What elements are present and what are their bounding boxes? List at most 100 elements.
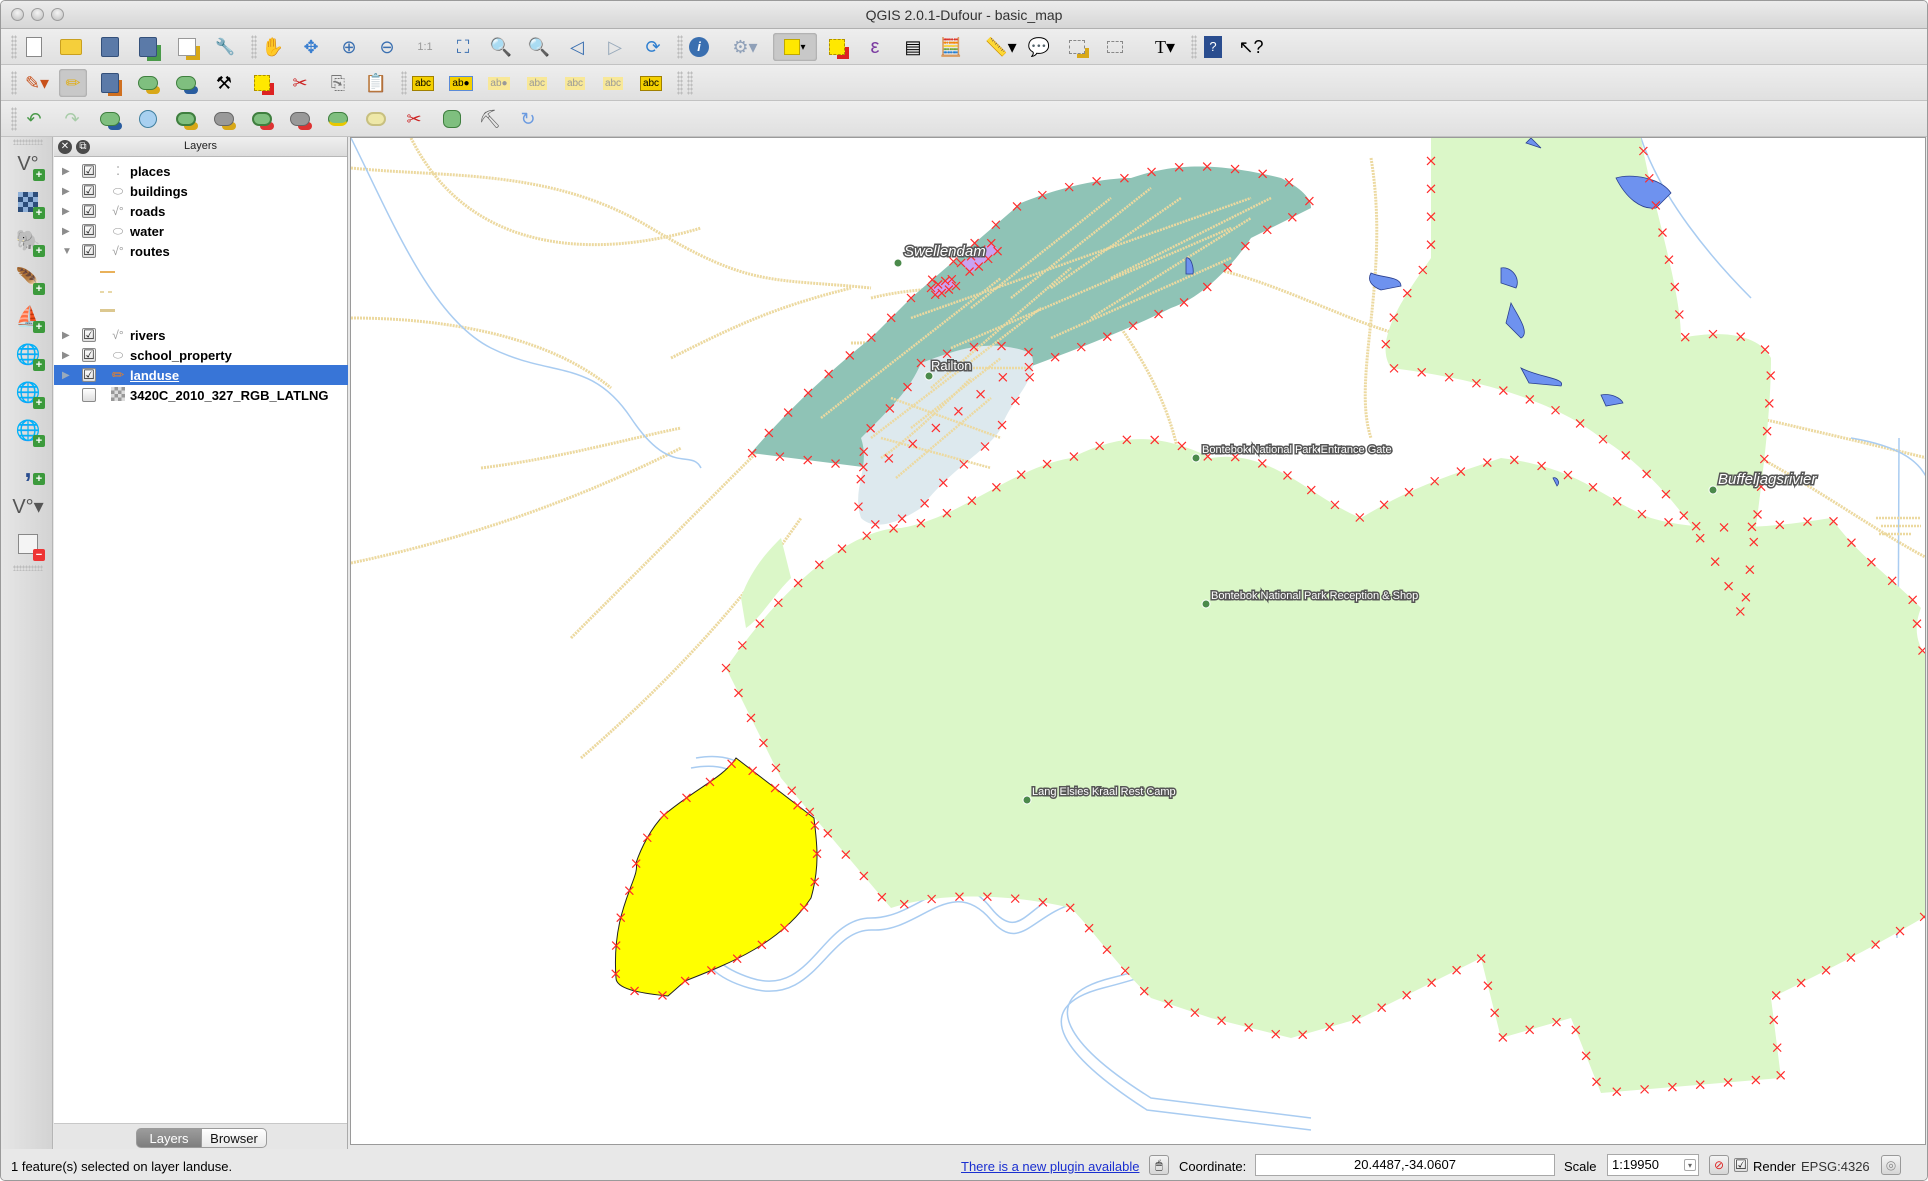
reshape-features-button[interactable] <box>324 105 352 133</box>
add-wfs-layer-button[interactable]: 🌐 + <box>13 415 45 447</box>
expand-arrow-icon[interactable]: ▶ <box>62 350 70 361</box>
save-project-button[interactable] <box>96 33 124 61</box>
zoom-to-selection-button[interactable]: 🔍 <box>487 33 515 61</box>
copy-features-button[interactable]: ⎘ <box>324 69 352 97</box>
layer-item-routes[interactable]: ▼ ☑ √° routes <box>54 241 348 261</box>
toolbar-grip[interactable] <box>677 71 683 95</box>
undo-button[interactable]: ↶ <box>20 105 48 133</box>
layer-visibility-checkbox[interactable]: ☑ <box>82 368 96 382</box>
redo-button[interactable]: ↷ <box>58 105 86 133</box>
split-features-button[interactable]: ✂ <box>400 105 428 133</box>
whats-this-button[interactable]: ↖? <box>1237 33 1265 61</box>
layer-visibility-checkbox[interactable]: ☑ <box>82 164 96 178</box>
tab-layers[interactable]: Layers <box>136 1128 202 1148</box>
add-wcs-layer-button[interactable]: 🌐 + <box>13 377 45 409</box>
selected-landuse-polygon[interactable] <box>614 757 818 997</box>
toggle-extents-button[interactable]: 🖱 <box>1149 1155 1169 1175</box>
new-bookmark-button[interactable] <box>1063 33 1091 61</box>
save-layer-edits-button[interactable] <box>96 69 124 97</box>
place-point-swellendam[interactable] <box>893 258 903 268</box>
add-wms-layer-button[interactable]: 🌐 + <box>13 339 45 371</box>
scale-combobox[interactable]: 1:19950 ▾ <box>1607 1154 1699 1176</box>
add-raster-layer-button[interactable]: + <box>13 187 45 219</box>
crs-projection-button[interactable]: ◎ <box>1881 1155 1901 1175</box>
zoom-out-button[interactable]: ⊖ <box>373 33 401 61</box>
new-project-button[interactable] <box>20 33 48 61</box>
open-attribute-table-button[interactable]: ▤ <box>899 33 927 61</box>
zoom-actual-size-button[interactable]: 1:1 <box>411 33 439 61</box>
expand-arrow-icon[interactable]: ▶ <box>62 206 70 217</box>
add-ring-button[interactable] <box>172 105 200 133</box>
zoom-in-button[interactable]: ⊕ <box>335 33 363 61</box>
zoom-full-button[interactable]: ⛶ <box>449 33 477 61</box>
change-label-button[interactable]: abc <box>637 69 665 97</box>
cut-features-button[interactable]: ✂ <box>286 69 314 97</box>
layer-item-rivers[interactable]: ▶ ☑ √° rivers <box>54 325 348 345</box>
node-tool-button[interactable]: ⚒ <box>210 69 238 97</box>
simplify-feature-button[interactable] <box>134 105 162 133</box>
new-shapefile-layer-button[interactable]: V°▾ <box>12 491 43 521</box>
rotate-feature-button[interactable] <box>96 105 124 133</box>
pan-to-selection-button[interactable]: ✥ <box>297 33 325 61</box>
add-postgis-layer-button[interactable]: 🐘 + <box>13 225 45 257</box>
field-calculator-button[interactable]: 🧮 <box>937 33 965 61</box>
place-point-rest-camp[interactable] <box>1022 795 1032 805</box>
collapse-arrow-icon[interactable]: ▼ <box>62 246 72 257</box>
zoom-last-button[interactable]: ◁ <box>563 33 591 61</box>
town-swellendam-polygon[interactable] <box>751 166 1311 468</box>
layer-visibility-checkbox[interactable]: ☑ <box>82 184 96 198</box>
delete-ring-button[interactable] <box>248 105 276 133</box>
map-tips-button[interactable]: 💬 <box>1025 33 1053 61</box>
paste-features-button[interactable]: 📋 <box>362 69 390 97</box>
layer-visibility-checkbox[interactable]: ☑ <box>82 328 96 342</box>
layer-visibility-checkbox[interactable]: ☑ <box>82 224 96 238</box>
rotate-label-button[interactable]: abc <box>599 69 627 97</box>
run-feature-action-button[interactable]: ⚙▾ <box>725 33 765 61</box>
layer-item-places[interactable]: ▶ ☑ ⁚ places <box>54 161 348 181</box>
expand-arrow-icon[interactable]: ▶ <box>62 226 70 237</box>
save-as-button[interactable] <box>134 33 162 61</box>
crs-status[interactable]: EPSG:4326 <box>1801 1159 1870 1174</box>
select-by-expression-button[interactable]: ε <box>861 33 889 61</box>
show-hide-labels-button[interactable]: abc <box>523 69 551 97</box>
expand-arrow-icon[interactable]: ▶ <box>62 370 70 381</box>
pin-labels-button[interactable]: ab● <box>447 69 475 97</box>
toolbar-grip[interactable] <box>687 71 693 95</box>
new-print-composer-button[interactable] <box>173 33 201 61</box>
add-mssql-layer-button[interactable]: ⛵ + <box>13 301 45 333</box>
layer-visibility-checkbox[interactable]: ☑ <box>82 244 96 258</box>
coordinate-field[interactable]: 20.4487,-34.0607 <box>1255 1154 1555 1176</box>
move-label-button[interactable]: abc <box>561 69 589 97</box>
composer-manager-button[interactable]: 🔧 <box>211 33 239 61</box>
zoom-to-layer-button[interactable]: 🔍 <box>525 33 553 61</box>
toolbar-grip[interactable] <box>1191 35 1197 59</box>
toolbar-grip[interactable] <box>11 107 17 131</box>
measure-button[interactable]: 📏▾ <box>981 33 1021 61</box>
layer-labeling-button[interactable]: abc <box>409 69 437 97</box>
open-project-button[interactable] <box>57 33 85 61</box>
identify-features-button[interactable]: i <box>685 33 713 61</box>
rotate-point-symbols-button[interactable]: ↻ <box>514 105 542 133</box>
highlight-pinned-labels-button[interactable]: ab● <box>485 69 513 97</box>
add-spatialite-layer-button[interactable]: 🪶 + <box>13 263 45 295</box>
toolbar-grip[interactable] <box>11 71 17 95</box>
offset-curve-button[interactable] <box>362 105 390 133</box>
layer-visibility-checkbox[interactable] <box>82 388 96 402</box>
toggle-editing-button[interactable]: ✏ <box>59 69 87 97</box>
new-plugin-link[interactable]: There is a new plugin available <box>961 1159 1140 1174</box>
toolbar-grip[interactable] <box>677 35 683 59</box>
select-features-button[interactable]: ▾ <box>773 33 817 61</box>
layer-item-roads[interactable]: ▶ ☑ √° roads <box>54 201 348 221</box>
place-point-entrance-gate[interactable] <box>1191 453 1201 463</box>
delete-part-button[interactable] <box>286 105 314 133</box>
layer-item-water[interactable]: ▶ ☑ ⬭ water <box>54 221 348 241</box>
tab-browser[interactable]: Browser <box>201 1128 267 1148</box>
refresh-button[interactable]: ⟳ <box>639 33 667 61</box>
merge-attributes-button[interactable]: ⛏ <box>476 105 504 133</box>
layer-visibility-checkbox[interactable]: ☑ <box>82 348 96 362</box>
pan-map-button[interactable]: ✋ <box>259 33 287 61</box>
layer-item-landuse[interactable]: ▶ ☑ ✏ landuse <box>54 365 348 385</box>
place-point-railton[interactable] <box>924 371 934 381</box>
current-edits-button[interactable]: ✎▾ <box>20 69 54 97</box>
zoom-next-button[interactable]: ▷ <box>601 33 629 61</box>
